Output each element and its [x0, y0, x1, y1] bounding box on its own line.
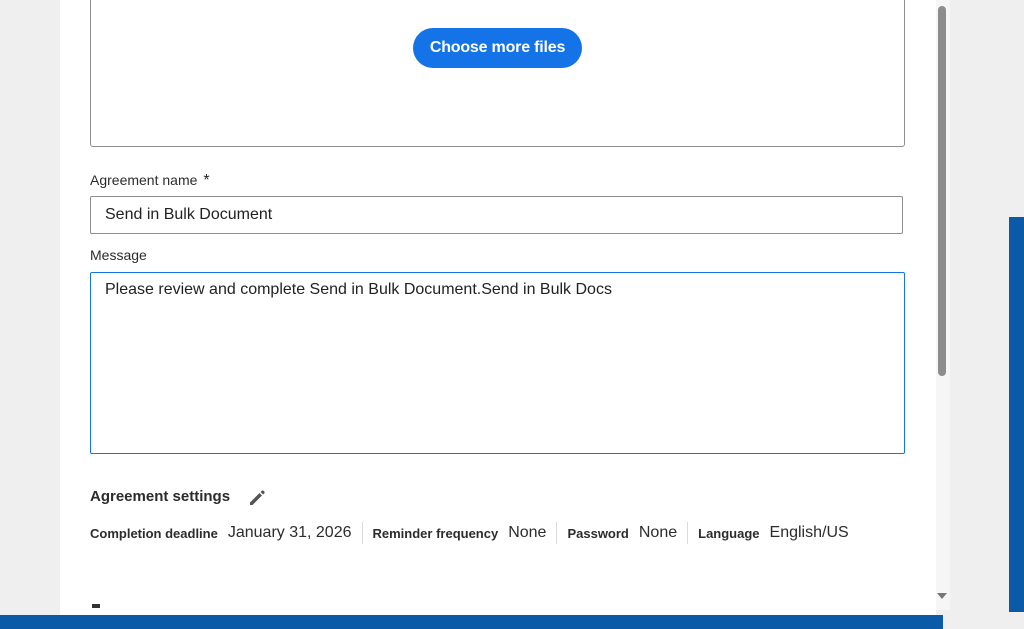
setting-language: Language English/US — [698, 524, 849, 542]
agreement-name-input[interactable]: Send in Bulk Document — [90, 196, 903, 234]
message-label: Message — [90, 247, 147, 263]
setting-value: None — [508, 524, 547, 541]
scrollbar-thumb[interactable] — [938, 6, 946, 376]
divider — [556, 522, 558, 544]
agreement-settings-row: Completion deadline January 31, 2026 Rem… — [90, 520, 849, 546]
setting-value: None — [638, 524, 678, 541]
setting-completion-deadline: Completion deadline January 31, 2026 — [90, 524, 352, 542]
message-value: Please review and complete Send in Bulk … — [105, 281, 612, 298]
divider — [361, 522, 363, 544]
message-textarea[interactable]: Please review and complete Send in Bulk … — [90, 272, 905, 454]
choose-more-files-button[interactable]: Choose more files — [413, 28, 582, 68]
setting-password: Password None — [567, 524, 677, 542]
send-form-panel: Choose more files Agreement name * Send i… — [60, 0, 936, 629]
setting-reminder-frequency: Reminder frequency None — [373, 524, 547, 542]
agreement-settings-title: Agreement settings — [90, 488, 231, 505]
file-drop-zone[interactable]: Choose more files — [90, 0, 905, 147]
agreement-name-value: Send in Bulk Document — [105, 206, 273, 223]
required-marker: * — [203, 172, 210, 189]
next-section-heading-cut — [90, 604, 150, 610]
scroll-down-arrow-icon[interactable] — [937, 593, 947, 599]
side-frame-bar — [1009, 217, 1024, 612]
setting-value: January 31, 2026 — [227, 524, 352, 541]
setting-label: Password — [567, 525, 629, 541]
agreement-name-label-text: Agreement name — [90, 172, 198, 188]
bottom-frame-bar — [0, 615, 943, 629]
divider — [687, 522, 689, 544]
setting-label: Completion deadline — [90, 525, 218, 541]
agreement-name-label: Agreement name * — [90, 172, 210, 190]
vertical-scrollbar[interactable] — [936, 0, 950, 610]
setting-value: English/US — [769, 524, 849, 541]
pencil-icon[interactable] — [246, 487, 268, 509]
setting-label: Language — [698, 525, 760, 541]
setting-label: Reminder frequency — [372, 525, 499, 541]
